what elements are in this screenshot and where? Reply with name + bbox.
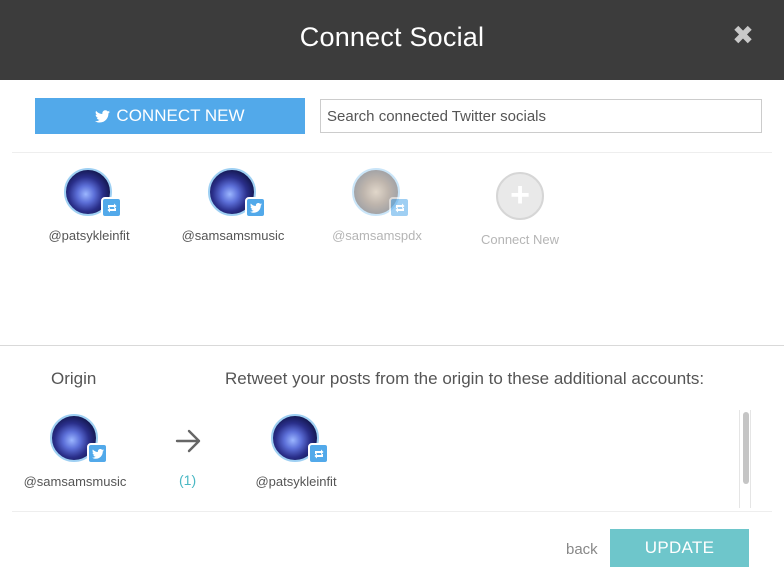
modal-header: Connect Social ✖ — [0, 0, 784, 80]
avatar-wrap — [50, 414, 108, 464]
search-input[interactable] — [320, 99, 762, 133]
origin-handle: @samsamsmusic — [23, 474, 127, 489]
account-tile[interactable]: @patsykleinfit — [24, 168, 154, 243]
account-handle: @samsamsmusic — [181, 228, 285, 243]
plus-icon: + — [496, 172, 544, 220]
update-button[interactable]: UPDATE — [610, 529, 749, 567]
retweet-targets-label: Retweet your posts from the origin to th… — [225, 369, 705, 388]
modal-title: Connect Social — [299, 22, 485, 52]
scrollbar[interactable] — [739, 410, 751, 508]
scrollbar-thumb[interactable] — [743, 412, 749, 484]
retweet-icon — [101, 197, 122, 218]
connect-new-label: CONNECT NEW — [116, 106, 245, 125]
twitter-icon — [95, 109, 111, 122]
account-tile[interactable]: @samsamspdx — [312, 168, 442, 243]
connect-new-button[interactable]: CONNECT NEW — [35, 98, 305, 134]
target-handle: @patsykleinfit — [255, 474, 337, 489]
origin-account[interactable]: @samsamsmusic — [10, 414, 140, 489]
divider — [12, 152, 772, 153]
account-handle: @patsykleinfit — [48, 228, 130, 243]
twitter-icon — [87, 443, 108, 464]
section-divider — [0, 345, 784, 346]
account-handle: @samsamspdx — [332, 228, 422, 243]
retweet-icon — [308, 443, 329, 464]
connect-new-tile[interactable]: + Connect New — [455, 172, 585, 247]
account-tile[interactable]: @samsamsmusic — [168, 168, 298, 243]
avatar-wrap — [208, 168, 266, 218]
twitter-icon — [245, 197, 266, 218]
retweet-count: (1) — [179, 472, 197, 488]
back-link[interactable]: back — [566, 541, 598, 558]
origin-label: Origin — [51, 369, 97, 388]
target-account[interactable]: @patsykleinfit — [231, 414, 361, 489]
close-icon[interactable]: ✖ — [731, 22, 755, 48]
retweet-icon — [389, 197, 410, 218]
connect-new-tile-label: Connect New — [480, 232, 560, 247]
arrow-right-icon — [175, 429, 201, 453]
avatar-wrap — [352, 168, 410, 218]
avatar-wrap — [64, 168, 122, 218]
divider — [12, 511, 772, 512]
avatar-wrap — [271, 414, 329, 464]
